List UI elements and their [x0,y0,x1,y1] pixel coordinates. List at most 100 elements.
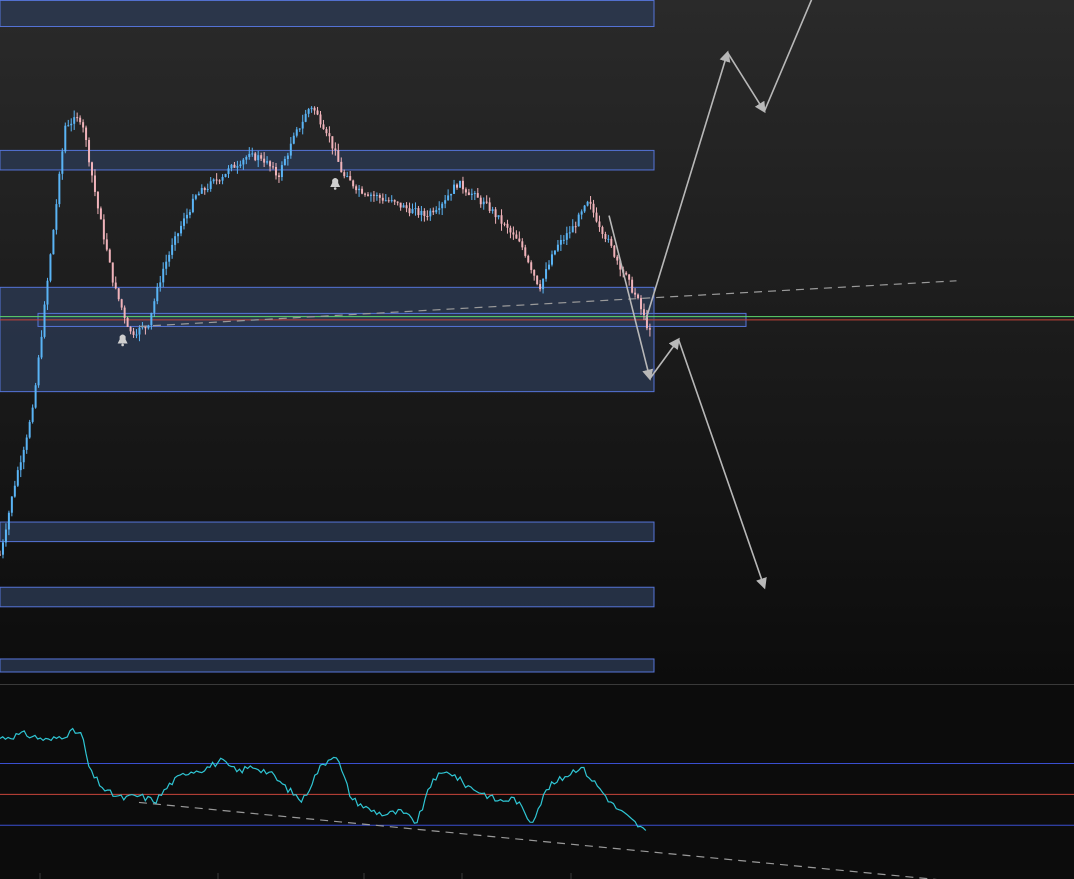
candle-body [625,272,628,275]
candle-body [221,176,224,181]
candle-body [598,221,601,228]
candle-body [162,268,165,283]
candle-body [25,437,28,450]
candle-body [200,187,203,194]
candle-body [402,205,405,208]
candle-body [503,223,506,225]
candle-body [393,200,396,202]
candle-body [369,194,372,196]
candle-body [444,200,447,204]
candle-body [212,179,215,182]
candle-body [497,215,500,218]
candle-body [266,161,269,163]
candle-body [334,148,337,151]
candle-body [120,299,123,308]
candle-body [553,250,556,255]
time-axis-ticks [39,873,572,879]
candle-body [289,143,292,156]
candle-body [607,238,610,240]
candle-body [640,298,643,310]
candle-body [396,201,399,203]
candle-body [642,309,645,316]
candle-body [545,269,548,279]
candle-body [637,294,640,299]
candle-body [390,200,393,202]
candle-body [280,165,283,178]
candle-body [82,122,85,128]
candle-body [67,125,70,127]
candle-body [188,212,191,215]
candle-body [286,155,289,160]
candle-body [114,282,117,289]
candle-body [153,301,156,313]
candle-body [215,179,218,181]
candle-body [364,193,367,195]
candle-body [358,188,361,191]
candle-body [99,208,102,220]
candle-body [28,421,31,438]
candle-body [616,256,619,261]
candle-body [556,244,559,251]
candle-body [165,261,168,269]
candle-body [272,166,275,168]
candle-body [257,155,260,161]
candle-body [43,304,46,337]
candle-body [156,286,159,302]
price-chart[interactable] [0,0,1074,879]
candle-body [378,195,381,198]
candle-body [533,269,536,276]
candle-body [111,262,114,283]
candle-body [467,192,470,196]
candle-body [49,254,52,281]
candle-body [325,129,328,134]
candle-body [13,485,16,497]
candle-body [453,184,456,194]
candle-body [476,193,479,198]
candle-body [337,150,340,162]
candle-body [108,249,111,263]
candle-body [233,164,236,168]
candle-body [135,334,138,336]
candle-body [73,117,76,124]
candle-body [488,202,491,211]
candle-body [117,288,120,300]
candle-body [441,203,444,209]
candle-body [515,234,518,239]
candle-body [542,278,545,290]
candle-body [328,133,331,137]
candle-body [191,198,194,213]
candle-body [450,193,453,196]
candle-body [482,201,485,205]
candle-body [16,470,19,486]
candle-body [343,172,346,177]
candle-body [366,194,369,196]
candle-body [574,226,577,228]
candle-body [126,317,129,327]
candle-body [426,215,429,217]
zone-0 [0,0,655,28]
candle-body [577,214,580,227]
candle-body [536,275,539,285]
oscillator-line [0,727,647,831]
zone-1 [0,149,655,171]
candle-body [185,214,188,219]
candle-body [539,284,542,290]
candle-body [209,181,212,189]
candle-body [417,208,420,216]
candle-body [485,201,488,203]
candle-body [197,193,200,196]
candle-body [64,125,67,152]
candle-body [96,191,99,209]
candle-body [40,336,43,358]
candle-body [604,234,607,240]
candle-body [180,225,183,234]
candle-body [375,195,378,197]
zone-5 [0,586,655,608]
candle-body [432,210,435,213]
candle-body [384,200,387,202]
candle-body [37,357,40,386]
candle-body [76,117,79,119]
candle-body [346,176,349,178]
candle-body [470,193,473,196]
candle-body [361,188,364,194]
